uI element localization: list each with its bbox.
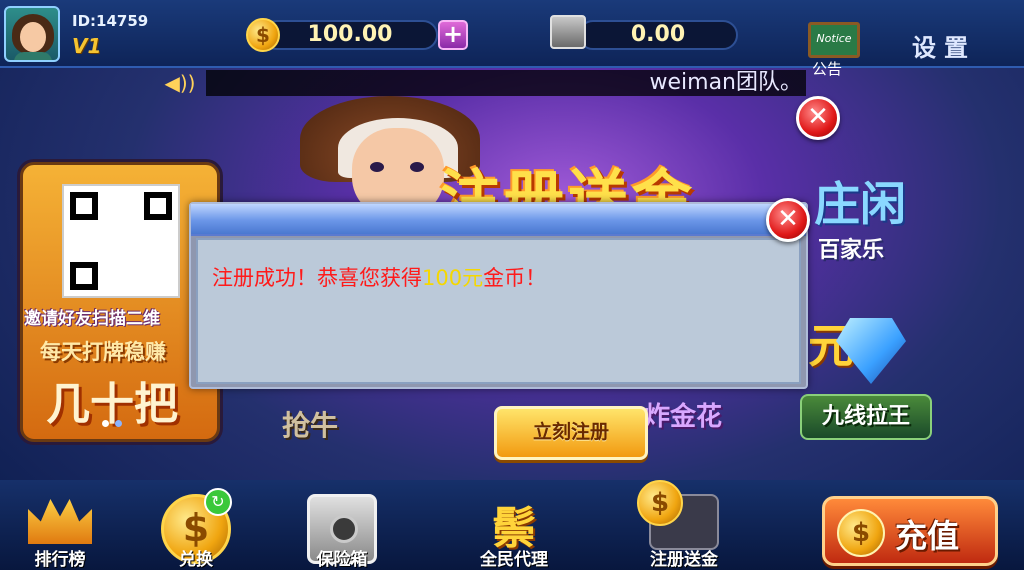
avatar-face — [20, 22, 46, 52]
notice-board-icon[interactable]: Notice — [808, 22, 860, 58]
qr-finder — [144, 192, 172, 220]
settings-button[interactable]: 设置 — [912, 28, 976, 63]
nav-label: 兑换 — [179, 550, 213, 570]
registration-success-dialog: 注册成功！恭喜您获得100元金币！ — [189, 202, 808, 389]
dollar-coin-icon: $ — [837, 509, 885, 557]
nav-register-gift[interactable]: $ 注册送金 — [624, 474, 744, 570]
promo-line1: 邀请好友扫描二维 — [24, 309, 160, 329]
dialog-header — [191, 204, 806, 236]
qr-finder — [70, 262, 98, 290]
game-baijiale-label: 百家乐 — [818, 238, 885, 263]
nav-safe[interactable]: 保险箱 — [282, 474, 402, 570]
gold-coin-icon: $ — [246, 18, 280, 52]
carousel-dots[interactable] — [102, 420, 122, 427]
nav-label: 全民代理 — [480, 550, 548, 570]
nav-label: 保险箱 — [316, 550, 368, 570]
game-baijiale-art: 庄闲 — [814, 177, 906, 231]
top-bar — [0, 0, 1024, 68]
nav-label: 排行榜 — [34, 550, 86, 570]
message-amount: 100元 — [422, 266, 484, 290]
qr-finder — [70, 192, 98, 220]
nav-label: 注册送金 — [650, 550, 718, 570]
close-dialog-button[interactable]: ✕ — [766, 198, 810, 242]
gold-balance: 100.00 — [262, 20, 438, 50]
game-jiuxian[interactable]: 九线拉王 — [800, 394, 932, 440]
bank-icon — [550, 15, 586, 49]
recharge-label: 充值 — [895, 517, 960, 555]
avatar-body — [14, 52, 52, 60]
refresh-icon: ↻ — [204, 488, 232, 516]
game-jinhua[interactable]: 炸金花 — [644, 396, 722, 433]
message-suffix: 金币！ — [483, 266, 547, 290]
gift-coin-icon: $ — [637, 480, 683, 526]
nav-agent[interactable]: 鬃 全民代理 — [454, 474, 574, 570]
user-id: ID:14759 — [72, 12, 149, 30]
recharge-button[interactable]: $ 充值 — [822, 496, 998, 566]
dialog-body: 注册成功！恭喜您获得100元金币！ — [196, 238, 801, 384]
register-gift-icon: $ — [637, 480, 719, 550]
eye-icon — [410, 162, 424, 172]
speaker-icon: ◀)) — [164, 71, 196, 95]
close-banner-button[interactable]: ✕ — [796, 96, 840, 140]
promo-line2: 每天打牌稳赚 — [40, 340, 166, 364]
notice-label[interactable]: 公告 — [812, 58, 842, 79]
dial-icon — [330, 515, 358, 543]
vip-level-badge: V1 — [72, 34, 102, 58]
announcement-marquee: weiman团队。 — [206, 70, 806, 96]
nav-exchange[interactable]: $ ↻ 兑换 — [136, 474, 256, 570]
register-now-button[interactable]: 立刻注册 — [494, 406, 648, 460]
crown-icon — [28, 499, 92, 544]
game-baijiale[interactable]: 庄闲 百家乐 — [810, 162, 930, 272]
eye-icon — [370, 162, 384, 172]
bank-balance: 0.00 — [578, 20, 738, 50]
message-prefix: 注册成功！恭喜您获得 — [212, 266, 422, 290]
qr-code-icon — [62, 184, 180, 298]
add-gold-button[interactable]: + — [438, 20, 468, 50]
dialog-message: 注册成功！恭喜您获得100元金币！ — [212, 262, 546, 292]
nav-leaderboard[interactable]: 排行榜 — [0, 474, 120, 570]
game-niuniu[interactable]: 抢牛 — [282, 404, 338, 444]
avatar[interactable] — [4, 6, 60, 62]
